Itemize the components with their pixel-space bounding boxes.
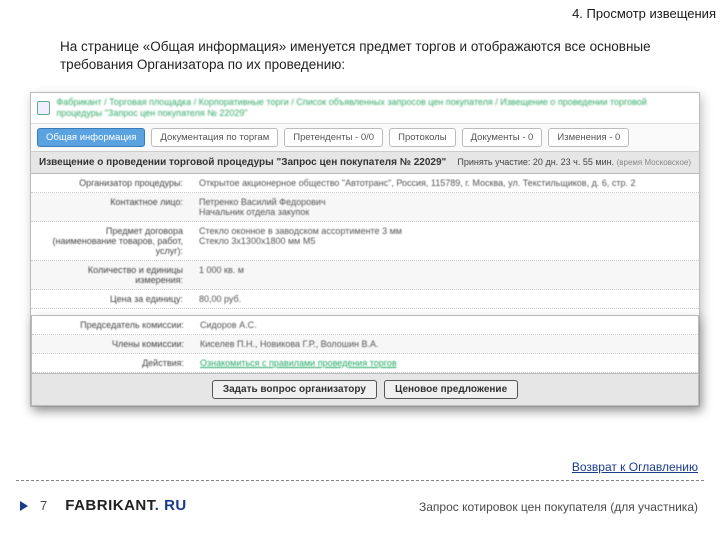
label-actions: Действия:	[32, 354, 192, 372]
value-actions[interactable]: Ознакомиться с правилами проведения торг…	[192, 354, 698, 372]
tab-changes[interactable]: Изменения - 0	[548, 128, 629, 147]
value-qty: 1 000 кв. м	[191, 261, 699, 289]
app-screenshot: Фабрикант / Торговая площадка / Корпорат…	[30, 92, 700, 407]
notice-header: Извещение о проведении торговой процедур…	[31, 152, 699, 174]
intro-text: На странице «Общая информация» именуется…	[60, 38, 690, 74]
value-chairman: Сидоров А.С.	[192, 316, 698, 334]
label-members: Члены комиссии:	[32, 335, 192, 353]
label-contact: Контактное лицо:	[31, 193, 191, 221]
value-price: 80,00 руб.	[191, 290, 699, 308]
section-title: 4. Просмотр извещения	[572, 6, 716, 21]
breadcrumb: Фабрикант / Торговая площадка / Корпорат…	[56, 97, 693, 119]
home-icon	[37, 101, 50, 115]
lower-section: Председатель комиссии:Сидоров А.С. Члены…	[31, 315, 699, 406]
value-subject: Стекло оконное в заводском ассортименте …	[191, 222, 699, 260]
breadcrumb-bar: Фабрикант / Торговая площадка / Корпорат…	[31, 93, 699, 124]
arrow-icon	[20, 501, 28, 511]
tab-general-info[interactable]: Общая информация	[37, 128, 145, 147]
price-offer-button[interactable]: Ценовое предложение	[384, 380, 518, 399]
footer-left: 7 FABRIKANT. RU	[20, 497, 187, 514]
timezone-text: (время Московское)	[617, 158, 691, 167]
tab-docs[interactable]: Документация по торгам	[151, 128, 278, 147]
label-qty: Количество и единицы измерения:	[31, 261, 191, 289]
label-subject: Предмет договора (наименование товаров, …	[31, 222, 191, 260]
label-price: Цена за единицу:	[31, 290, 191, 308]
action-buttons-row: Задать вопрос организатору Ценовое предл…	[32, 373, 698, 405]
subject-bold: Стекло оконное в заводском ассортименте …	[199, 226, 402, 236]
ask-organizer-button[interactable]: Задать вопрос организатору	[212, 380, 377, 399]
notice-deadline: Принять участие: 20 дн. 23 ч. 55 мин. (в…	[457, 157, 691, 167]
notice-title: Извещение о проведении торговой процедур…	[39, 157, 446, 168]
logo: FABRIKANT. RU	[65, 497, 187, 514]
tab-bar: Общая информация Документация по торгам …	[31, 124, 699, 152]
footer-caption: Запрос котировок цен покупателя (для уча…	[419, 500, 698, 514]
tab-protocols[interactable]: Протоколы	[389, 128, 455, 147]
footer-divider	[16, 480, 704, 481]
logo-text: FABRIKANT	[65, 497, 155, 514]
tab-applicants[interactable]: Претенденты - 0/0	[284, 128, 383, 147]
info-table: Организатор процедуры:Открытое акционерн…	[31, 174, 699, 309]
label-chairman: Председатель комиссии:	[32, 316, 192, 334]
label-organizer: Организатор процедуры:	[31, 174, 191, 192]
return-to-toc-link[interactable]: Возврат к Оглавлению	[572, 460, 698, 474]
value-organizer: Открытое акционерное общество "Автотранс…	[191, 174, 699, 192]
tab-documents[interactable]: Документы - 0	[462, 128, 543, 147]
page-number: 7	[40, 498, 47, 513]
value-members: Киселев П.Н., Новикова Г.Р., Волошин В.А…	[192, 335, 698, 353]
subject-sub: Стекло 3х1300х1800 мм М5	[199, 236, 315, 246]
value-contact: Петренко Василий Федорович Начальник отд…	[191, 193, 699, 221]
deadline-text: Принять участие: 20 дн. 23 ч. 55 мин.	[457, 157, 614, 167]
logo-domain: . RU	[155, 497, 187, 514]
